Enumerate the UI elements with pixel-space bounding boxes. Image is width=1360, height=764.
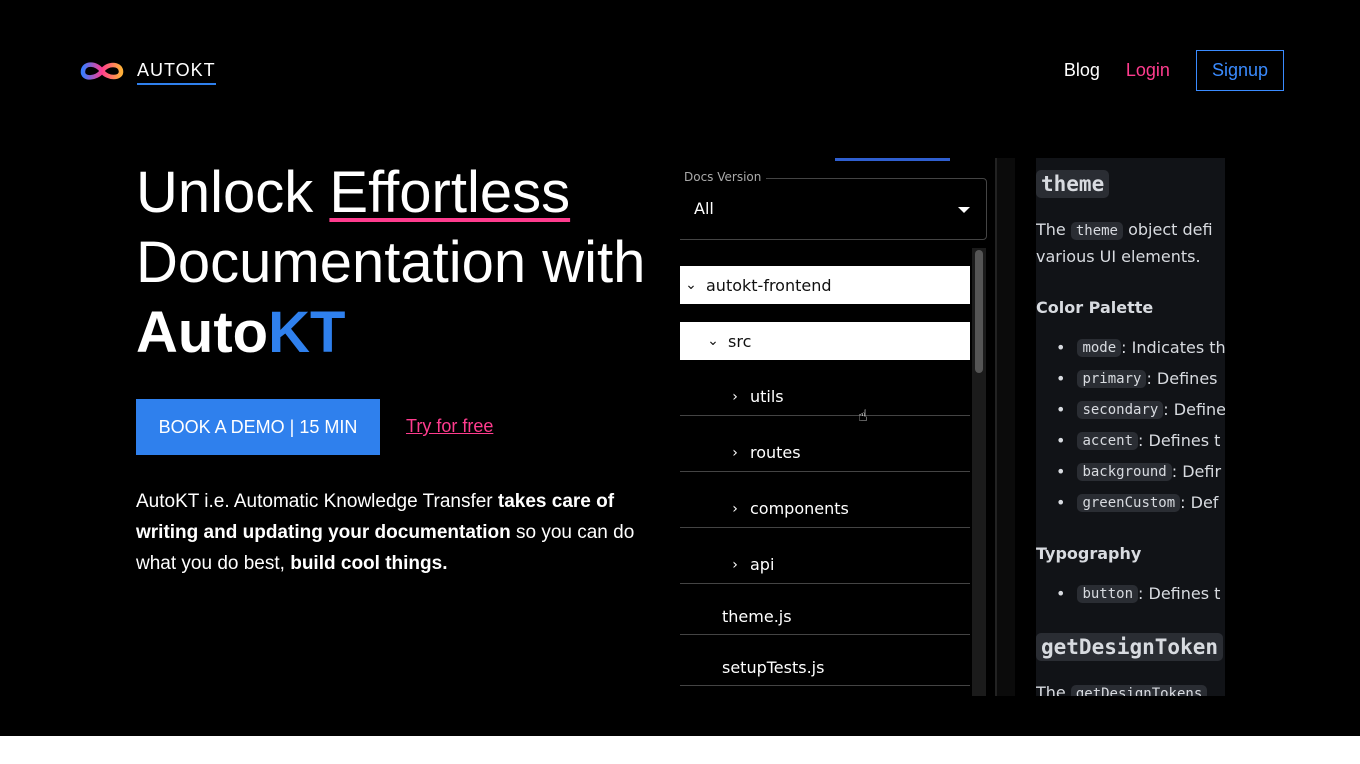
book-demo-button[interactable]: BOOK A DEMO | 15 MIN xyxy=(136,399,380,455)
tree-item[interactable]: setupTests.js xyxy=(680,649,970,686)
list-item: secondary: Define xyxy=(1056,400,1225,419)
chevron-down-icon: ⌄ xyxy=(707,333,719,349)
product-demo-video[interactable]: Docs Version All ⌄ autokt-frontend ⌄ src ›… xyxy=(680,158,1225,696)
tree-item-label: routes xyxy=(750,443,801,462)
chevron-right-icon: › xyxy=(732,444,738,461)
doc-text: The xyxy=(1036,220,1071,239)
tree-item-label: api xyxy=(750,555,775,574)
desc-text: AutoKT i.e. Automatic Knowledge Transfer xyxy=(136,491,498,512)
tree-item-label: src xyxy=(728,331,752,351)
tree-item[interactable]: › components xyxy=(680,490,970,528)
doc-heading: theme xyxy=(1036,170,1110,198)
logo[interactable]: AUTOKT xyxy=(78,58,216,85)
tree-item-label: components xyxy=(750,499,849,518)
infinity-logo-icon xyxy=(80,62,124,80)
title-highlight: Effortless xyxy=(329,160,571,225)
chevron-right-icon: › xyxy=(732,500,738,517)
hero-title: Unlock Effortless Documentation with Aut… xyxy=(136,158,645,368)
doc-text: : Indicates th xyxy=(1121,338,1225,357)
desc-bold: build cool things. xyxy=(290,553,448,574)
docs-version-select[interactable]: Docs Version All xyxy=(680,170,987,240)
list-item: greenCustom: Def xyxy=(1056,493,1218,512)
inline-code: accent xyxy=(1077,431,1139,450)
docs-version-label: Docs Version xyxy=(680,170,767,184)
inline-code: getDesignTokens xyxy=(1070,685,1208,696)
doc-text: The xyxy=(1036,683,1071,696)
tree-item[interactable]: › api xyxy=(680,546,970,584)
list-item: background: Defir xyxy=(1056,462,1221,481)
try-free-link[interactable]: Try for free xyxy=(406,416,493,437)
logo-text: AUTOKT xyxy=(137,60,216,85)
list-item: primary: Defines xyxy=(1056,369,1218,388)
tree-item-label: setupTests.js xyxy=(722,657,825,677)
inline-code: greenCustom xyxy=(1077,493,1181,512)
signup-button[interactable]: Signup xyxy=(1195,50,1284,91)
dropdown-caret-icon xyxy=(958,207,970,213)
chevron-right-icon: › xyxy=(732,556,738,573)
list-item: accent: Defines t xyxy=(1056,431,1220,450)
doc-text: various UI elements. xyxy=(1036,247,1201,266)
tree-item[interactable]: theme.js xyxy=(680,598,970,635)
tree-item-label: autokt-frontend xyxy=(706,275,832,295)
panel-divider[interactable] xyxy=(995,158,1015,696)
tree-item[interactable]: › utils xyxy=(680,378,970,416)
active-tab-indicator xyxy=(835,158,950,161)
list-item: button: Defines t xyxy=(1056,584,1220,603)
doc-panel: theme The theme object defi various UI e… xyxy=(1036,158,1225,696)
inline-code: theme xyxy=(1070,222,1123,240)
doc-text: : Defines t xyxy=(1138,431,1221,450)
chevron-down-icon: ⌄ xyxy=(685,277,697,293)
doc-text: : Defir xyxy=(1171,462,1222,481)
nav-blog-link[interactable]: Blog xyxy=(1064,60,1100,81)
title-brand-accent: KT xyxy=(268,300,346,365)
docs-version-value: All xyxy=(694,199,714,218)
doc-text: : Define xyxy=(1163,400,1225,419)
inline-code: background xyxy=(1077,462,1172,481)
doc-subheading: Typography xyxy=(1036,544,1142,563)
tree-item-label: utils xyxy=(750,387,784,406)
doc-text: object defi xyxy=(1123,220,1213,239)
tree-item[interactable]: ⌄ autokt-frontend xyxy=(680,266,970,304)
list-item: mode: Indicates th xyxy=(1056,338,1225,357)
tree-scrollbar-thumb[interactable] xyxy=(975,250,983,373)
doc-subheading: Color Palette xyxy=(1036,298,1154,317)
doc-text: : Defines t xyxy=(1138,584,1221,603)
tree-item-label: theme.js xyxy=(722,606,792,626)
doc-text: : Defines xyxy=(1146,369,1218,388)
doc-text: : Def xyxy=(1180,493,1219,512)
nav-login-link[interactable]: Login xyxy=(1126,60,1170,81)
tree-item[interactable]: ⌄ src xyxy=(680,322,970,360)
title-brand: Auto xyxy=(136,300,269,365)
tree-item[interactable]: › routes xyxy=(680,434,970,472)
hero-section: AUTOKT Blog Login Signup Unlock Effortle… xyxy=(0,0,1360,736)
hero-description: AutoKT i.e. Automatic Knowledge Transfer… xyxy=(136,486,656,579)
doc-heading: getDesignToken xyxy=(1036,633,1224,661)
inline-code: mode xyxy=(1077,338,1122,357)
title-text: Unlock xyxy=(136,160,330,225)
inline-code: secondary xyxy=(1077,400,1164,419)
top-nav: Blog Login Signup xyxy=(1064,50,1284,91)
title-text: Documentation with xyxy=(136,230,646,295)
inline-code: primary xyxy=(1077,369,1147,388)
hand-cursor-icon: ☝ xyxy=(858,406,868,425)
inline-code: button xyxy=(1077,584,1139,603)
chevron-right-icon: › xyxy=(732,388,738,405)
